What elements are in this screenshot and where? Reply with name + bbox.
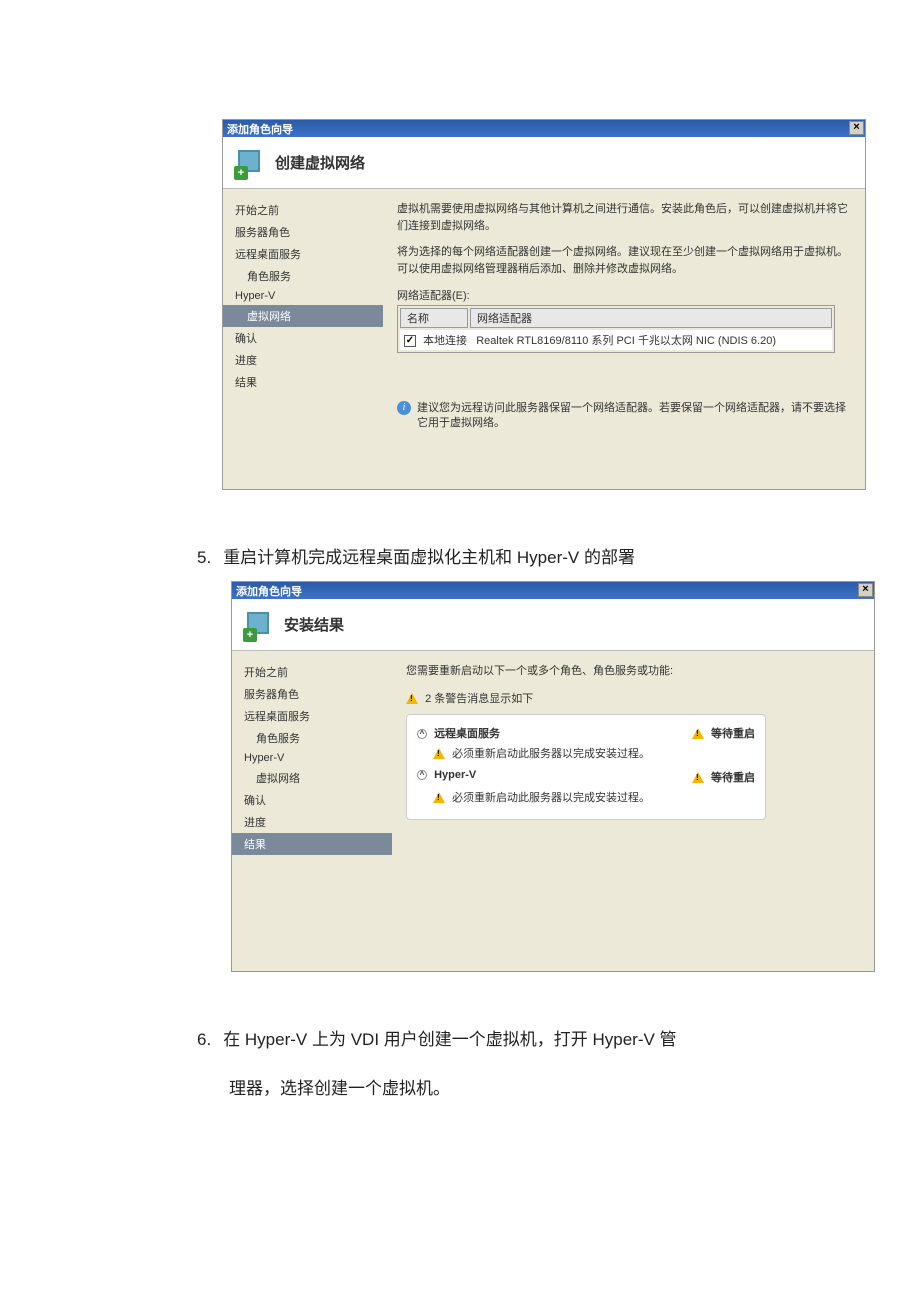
wizard-header: + 安装结果 xyxy=(232,599,874,651)
service-name: 远程桌面服务 xyxy=(434,728,500,740)
adapter-device: Realtek RTL8169/8110 系列 PCI 千兆以太网 NIC (N… xyxy=(476,335,776,347)
sidebar-item[interactable]: 远程桌面服务 xyxy=(232,705,392,727)
wizard-body: 开始之前 服务器角色 远程桌面服务 角色服务 Hyper-V 虚拟网络 确认 进… xyxy=(223,189,865,489)
adapter-label: 网络适配器(E): xyxy=(397,287,851,303)
sidebar-item[interactable]: Hyper-V xyxy=(223,287,383,305)
wizard-step-title: 创建虚拟网络 xyxy=(275,152,365,173)
step-number: 5. xyxy=(197,548,211,567)
content-paragraph: 将为选择的每个网络适配器创建一个虚拟网络。建议现在至少创建一个虚拟网络用于虚拟机… xyxy=(397,244,851,277)
sidebar-item[interactable]: 进度 xyxy=(232,811,392,833)
warning-icon xyxy=(692,772,704,783)
sidebar-item[interactable]: 结果 xyxy=(223,371,383,393)
service-name: Hyper-V xyxy=(434,769,476,781)
info-note: i 建议您为远程访问此服务器保留一个网络适配器。若要保留一个网络适配器，请不要选… xyxy=(397,401,851,432)
warning-icon xyxy=(433,748,445,759)
wizard-create-virtual-network: 添加角色向导 × + 创建虚拟网络 开始之前 服务器角色 远程桌面服务 角色服务… xyxy=(222,119,866,490)
table-header-name: 名称 xyxy=(400,308,468,328)
step-text-cont: 理器，选择创建一个虚拟机。 xyxy=(197,1075,817,1104)
table-header-adapter: 网络适配器 xyxy=(470,308,832,328)
wizard-content: 虚拟机需要使用虚拟网络与其他计算机之间进行通信。安装此角色后，可以创建虚拟机并将… xyxy=(383,189,865,489)
note-text: 建议您为远程访问此服务器保留一个网络适配器。若要保留一个网络适配器，请不要选择它… xyxy=(417,401,851,432)
sidebar-item[interactable]: 进度 xyxy=(223,349,383,371)
wizard-icon: + xyxy=(244,610,274,640)
wizard-step-title: 安装结果 xyxy=(284,614,344,635)
step-text: 在 Hyper-V 上为 VDI 用户创建一个虚拟机，打开 Hyper-V 管 xyxy=(223,1030,676,1049)
adapter-checkbox[interactable]: ✓ xyxy=(404,335,416,347)
titlebar: 添加角色向导 × xyxy=(232,582,874,599)
service-row[interactable]: ^ 远程桌面服务 等待重启 xyxy=(417,723,755,743)
service-message: 必须重新启动此服务器以完成安装过程。 xyxy=(417,787,755,811)
wizard-sidebar: 开始之前 服务器角色 远程桌面服务 角色服务 Hyper-V 虚拟网络 确认 进… xyxy=(223,189,383,489)
wizard-install-results: 添加角色向导 × + 安装结果 开始之前 服务器角色 远程桌面服务 角色服务 H… xyxy=(231,581,875,972)
sidebar-item[interactable]: 角色服务 xyxy=(223,265,383,287)
adapter-name: 本地连接 xyxy=(423,335,467,347)
step-text: 重启计算机完成远程桌面虚拟化主机和 Hyper-V 的部署 xyxy=(223,548,635,567)
sidebar-item-selected[interactable]: 虚拟网络 xyxy=(223,305,383,327)
warning-summary: 2 条警告消息显示如下 xyxy=(406,690,860,706)
sidebar-item[interactable]: 开始之前 xyxy=(223,199,383,221)
sidebar-item[interactable]: 确认 xyxy=(223,327,383,349)
warning-icon xyxy=(406,693,418,704)
table-row[interactable]: ✓ 本地连接 Realtek RTL8169/8110 系列 PCI 千兆以太网… xyxy=(400,330,832,350)
wizard-content: 您需要重新启动以下一个或多个角色、角色服务或功能: 2 条警告消息显示如下 ^ … xyxy=(392,651,874,971)
content-paragraph: 虚拟机需要使用虚拟网络与其他计算机之间进行通信。安装此角色后，可以创建虚拟机并将… xyxy=(397,201,851,234)
warning-icon xyxy=(692,728,704,739)
sidebar-item[interactable]: 虚拟网络 xyxy=(232,767,392,789)
sidebar-item[interactable]: 角色服务 xyxy=(232,727,392,749)
results-panel: ^ 远程桌面服务 等待重启 必须重新启动此服务器以完成安装过程。 xyxy=(406,714,766,820)
sidebar-item[interactable]: 远程桌面服务 xyxy=(223,243,383,265)
wizard-header: + 创建虚拟网络 xyxy=(223,137,865,189)
service-status: 等待重启 xyxy=(711,728,755,740)
step-number: 6. xyxy=(197,1030,211,1049)
collapse-icon[interactable]: ^ xyxy=(417,729,427,739)
sidebar-item-selected[interactable]: 结果 xyxy=(232,833,392,855)
warning-text: 2 条警告消息显示如下 xyxy=(425,693,533,705)
caption-step-6: 6. 在 Hyper-V 上为 VDI 用户创建一个虚拟机，打开 Hyper-V … xyxy=(197,1026,817,1104)
sidebar-item[interactable]: 确认 xyxy=(232,789,392,811)
service-status: 等待重启 xyxy=(711,772,755,784)
window-title: 添加角色向导 xyxy=(227,121,293,137)
sidebar-item[interactable]: 服务器角色 xyxy=(232,683,392,705)
collapse-icon[interactable]: ^ xyxy=(417,770,427,780)
caption-step-5: 5. 重启计算机完成远程桌面虚拟化主机和 Hyper-V 的部署 xyxy=(197,544,635,573)
warning-icon xyxy=(433,792,445,803)
wizard-icon: + xyxy=(235,148,265,178)
close-icon[interactable]: × xyxy=(858,583,873,597)
sidebar-item[interactable]: Hyper-V xyxy=(232,749,392,767)
sidebar-item[interactable]: 开始之前 xyxy=(232,661,392,683)
close-icon[interactable]: × xyxy=(849,121,864,135)
window-title: 添加角色向导 xyxy=(236,583,302,599)
content-intro: 您需要重新启动以下一个或多个角色、角色服务或功能: xyxy=(406,663,860,680)
wizard-sidebar: 开始之前 服务器角色 远程桌面服务 角色服务 Hyper-V 虚拟网络 确认 进… xyxy=(232,651,392,971)
sidebar-item[interactable]: 服务器角色 xyxy=(223,221,383,243)
service-message: 必须重新启动此服务器以完成安装过程。 xyxy=(417,743,755,767)
titlebar: 添加角色向导 × xyxy=(223,120,865,137)
adapter-table: 名称 网络适配器 ✓ 本地连接 Realtek RTL8169/8110 系列 … xyxy=(397,305,835,353)
service-row[interactable]: ^ Hyper-V 等待重启 xyxy=(417,767,755,787)
info-icon: i xyxy=(397,401,411,415)
wizard-body: 开始之前 服务器角色 远程桌面服务 角色服务 Hyper-V 虚拟网络 确认 进… xyxy=(232,651,874,971)
